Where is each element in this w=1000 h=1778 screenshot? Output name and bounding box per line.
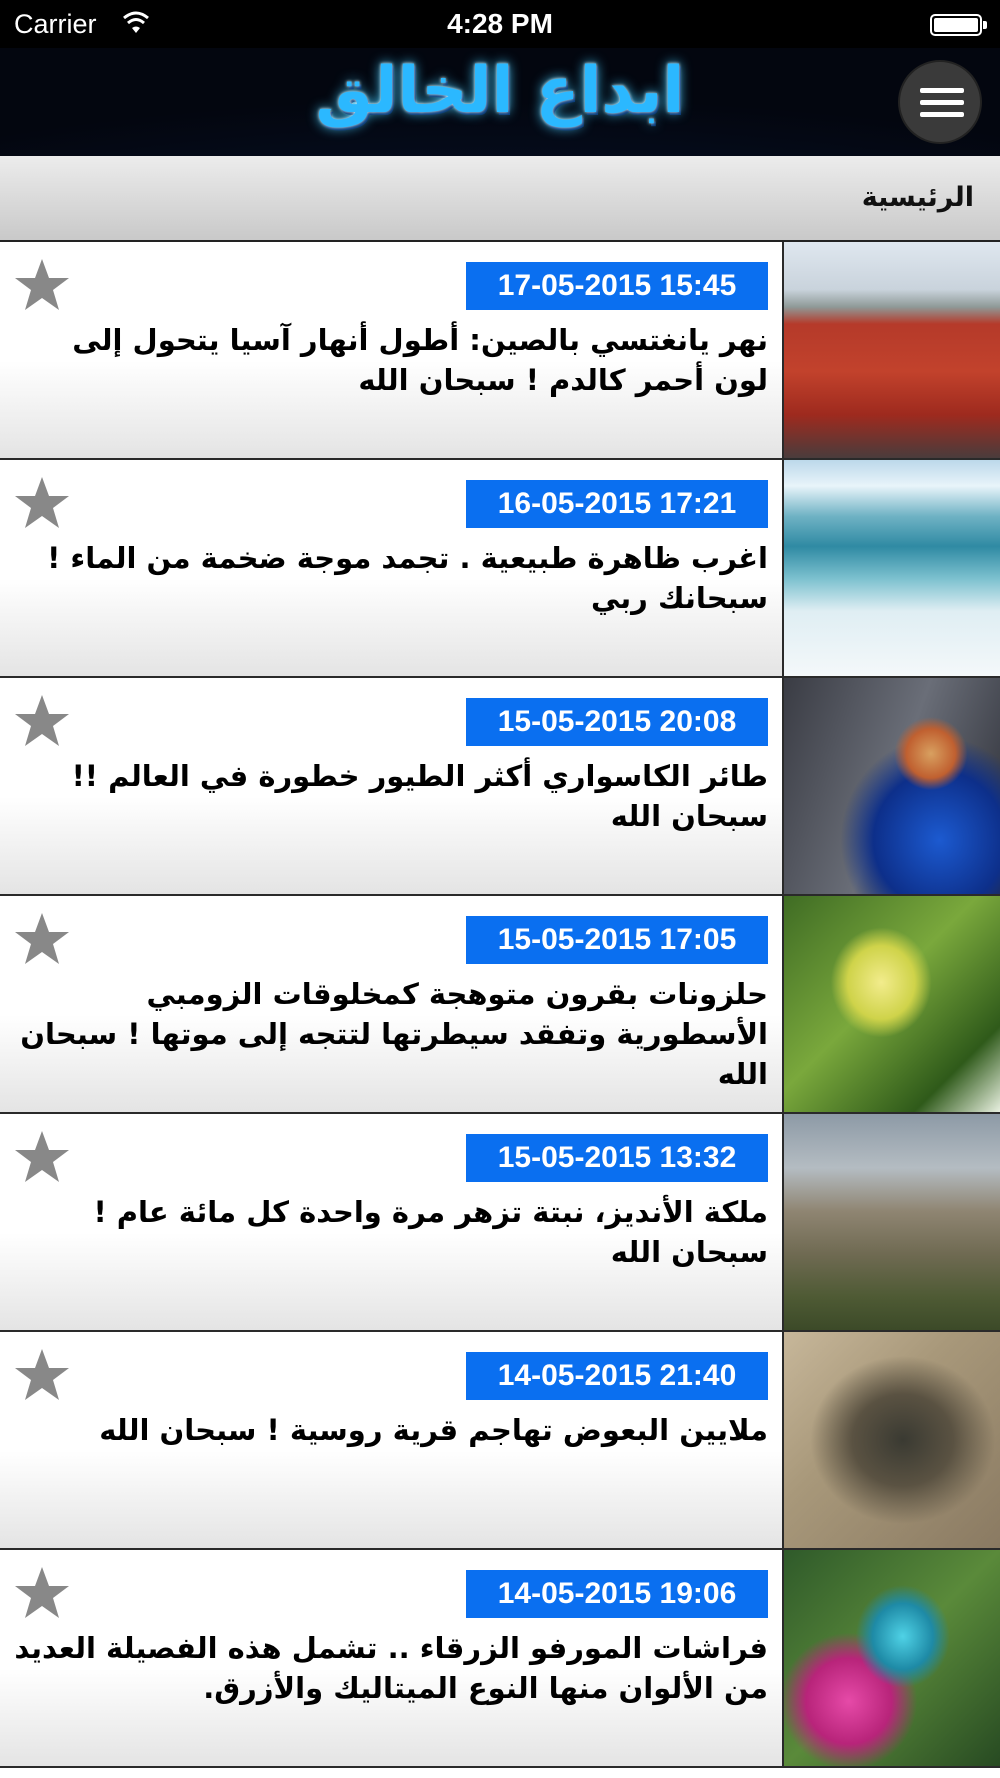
article-row[interactable]: 15-05-2015 17:05 حلزونات بقرون متوهجة كم… bbox=[0, 896, 1000, 1114]
article-thumbnail bbox=[782, 1114, 1000, 1330]
date-badge: 15-05-2015 17:05 bbox=[466, 916, 768, 964]
favorite-star-icon[interactable] bbox=[12, 910, 72, 970]
article-row[interactable]: 14-05-2015 21:40 ملايين البعوض تهاجم قري… bbox=[0, 1332, 1000, 1550]
date-badge: 15-05-2015 20:08 bbox=[466, 698, 768, 746]
article-headline: ملكة الأنديز، نبتة تزهر مرة واحدة كل مائ… bbox=[93, 1195, 768, 1269]
date-badge: 14-05-2015 19:06 bbox=[466, 1570, 768, 1618]
article-thumbnail bbox=[782, 1332, 1000, 1548]
date-badge: 14-05-2015 21:40 bbox=[466, 1352, 768, 1400]
page-title: الرئيسية bbox=[861, 182, 974, 213]
article-headline: نهر يانغتسي بالصين: أطول أنهار آسيا يتحو… bbox=[72, 323, 768, 397]
app-logo: ابداع الخالق bbox=[315, 54, 685, 128]
article-row[interactable]: 15-05-2015 13:32 ملكة الأنديز، نبتة تزهر… bbox=[0, 1114, 1000, 1332]
article-headline: اغرب ظاهرة طبيعية . تجمد موجة ضخمة من ال… bbox=[47, 541, 768, 615]
date-badge: 16-05-2015 17:21 bbox=[466, 480, 768, 528]
article-thumbnail bbox=[782, 460, 1000, 676]
favorite-star-icon[interactable] bbox=[12, 474, 72, 534]
article-row[interactable]: 16-05-2015 17:21 اغرب ظاهرة طبيعية . تجم… bbox=[0, 460, 1000, 678]
article-headline: طائر الكاسواري أكثر الطيور خطورة في العا… bbox=[71, 759, 768, 833]
article-headline: ملايين البعوض تهاجم قرية روسية ! سبحان ا… bbox=[99, 1413, 768, 1447]
favorite-star-icon[interactable] bbox=[12, 1564, 72, 1624]
article-row[interactable]: 14-05-2015 19:06 فراشات المورفو الزرقاء … bbox=[0, 1550, 1000, 1768]
hamburger-menu-icon[interactable] bbox=[898, 60, 982, 144]
article-headline: فراشات المورفو الزرقاء .. تشمل هذه الفصي… bbox=[14, 1631, 768, 1705]
article-thumbnail bbox=[782, 896, 1000, 1112]
article-headline: حلزونات بقرون متوهجة كمخلوقات الزومبي ال… bbox=[20, 977, 768, 1091]
article-thumbnail bbox=[782, 242, 1000, 458]
article-thumbnail bbox=[782, 1550, 1000, 1766]
favorite-star-icon[interactable] bbox=[12, 256, 72, 316]
favorite-star-icon[interactable] bbox=[12, 1346, 72, 1406]
article-row[interactable]: 17-05-2015 15:45 نهر يانغتسي بالصين: أطو… bbox=[0, 242, 1000, 460]
date-badge: 17-05-2015 15:45 bbox=[466, 262, 768, 310]
article-row[interactable]: 15-05-2015 20:08 طائر الكاسواري أكثر الط… bbox=[0, 678, 1000, 896]
date-badge: 15-05-2015 13:32 bbox=[466, 1134, 768, 1182]
article-thumbnail bbox=[782, 678, 1000, 894]
app-header-banner: ابداع الخالق bbox=[0, 48, 1000, 156]
battery-icon bbox=[930, 14, 987, 36]
favorite-star-icon[interactable] bbox=[12, 692, 72, 752]
article-list: 17-05-2015 15:45 نهر يانغتسي بالصين: أطو… bbox=[0, 242, 1000, 1768]
favorite-star-icon[interactable] bbox=[12, 1128, 72, 1188]
status-bar: Carrier 4:28 PM bbox=[0, 0, 1000, 48]
page-title-bar: الرئيسية bbox=[0, 156, 1000, 242]
clock: 4:28 PM bbox=[447, 8, 553, 39]
